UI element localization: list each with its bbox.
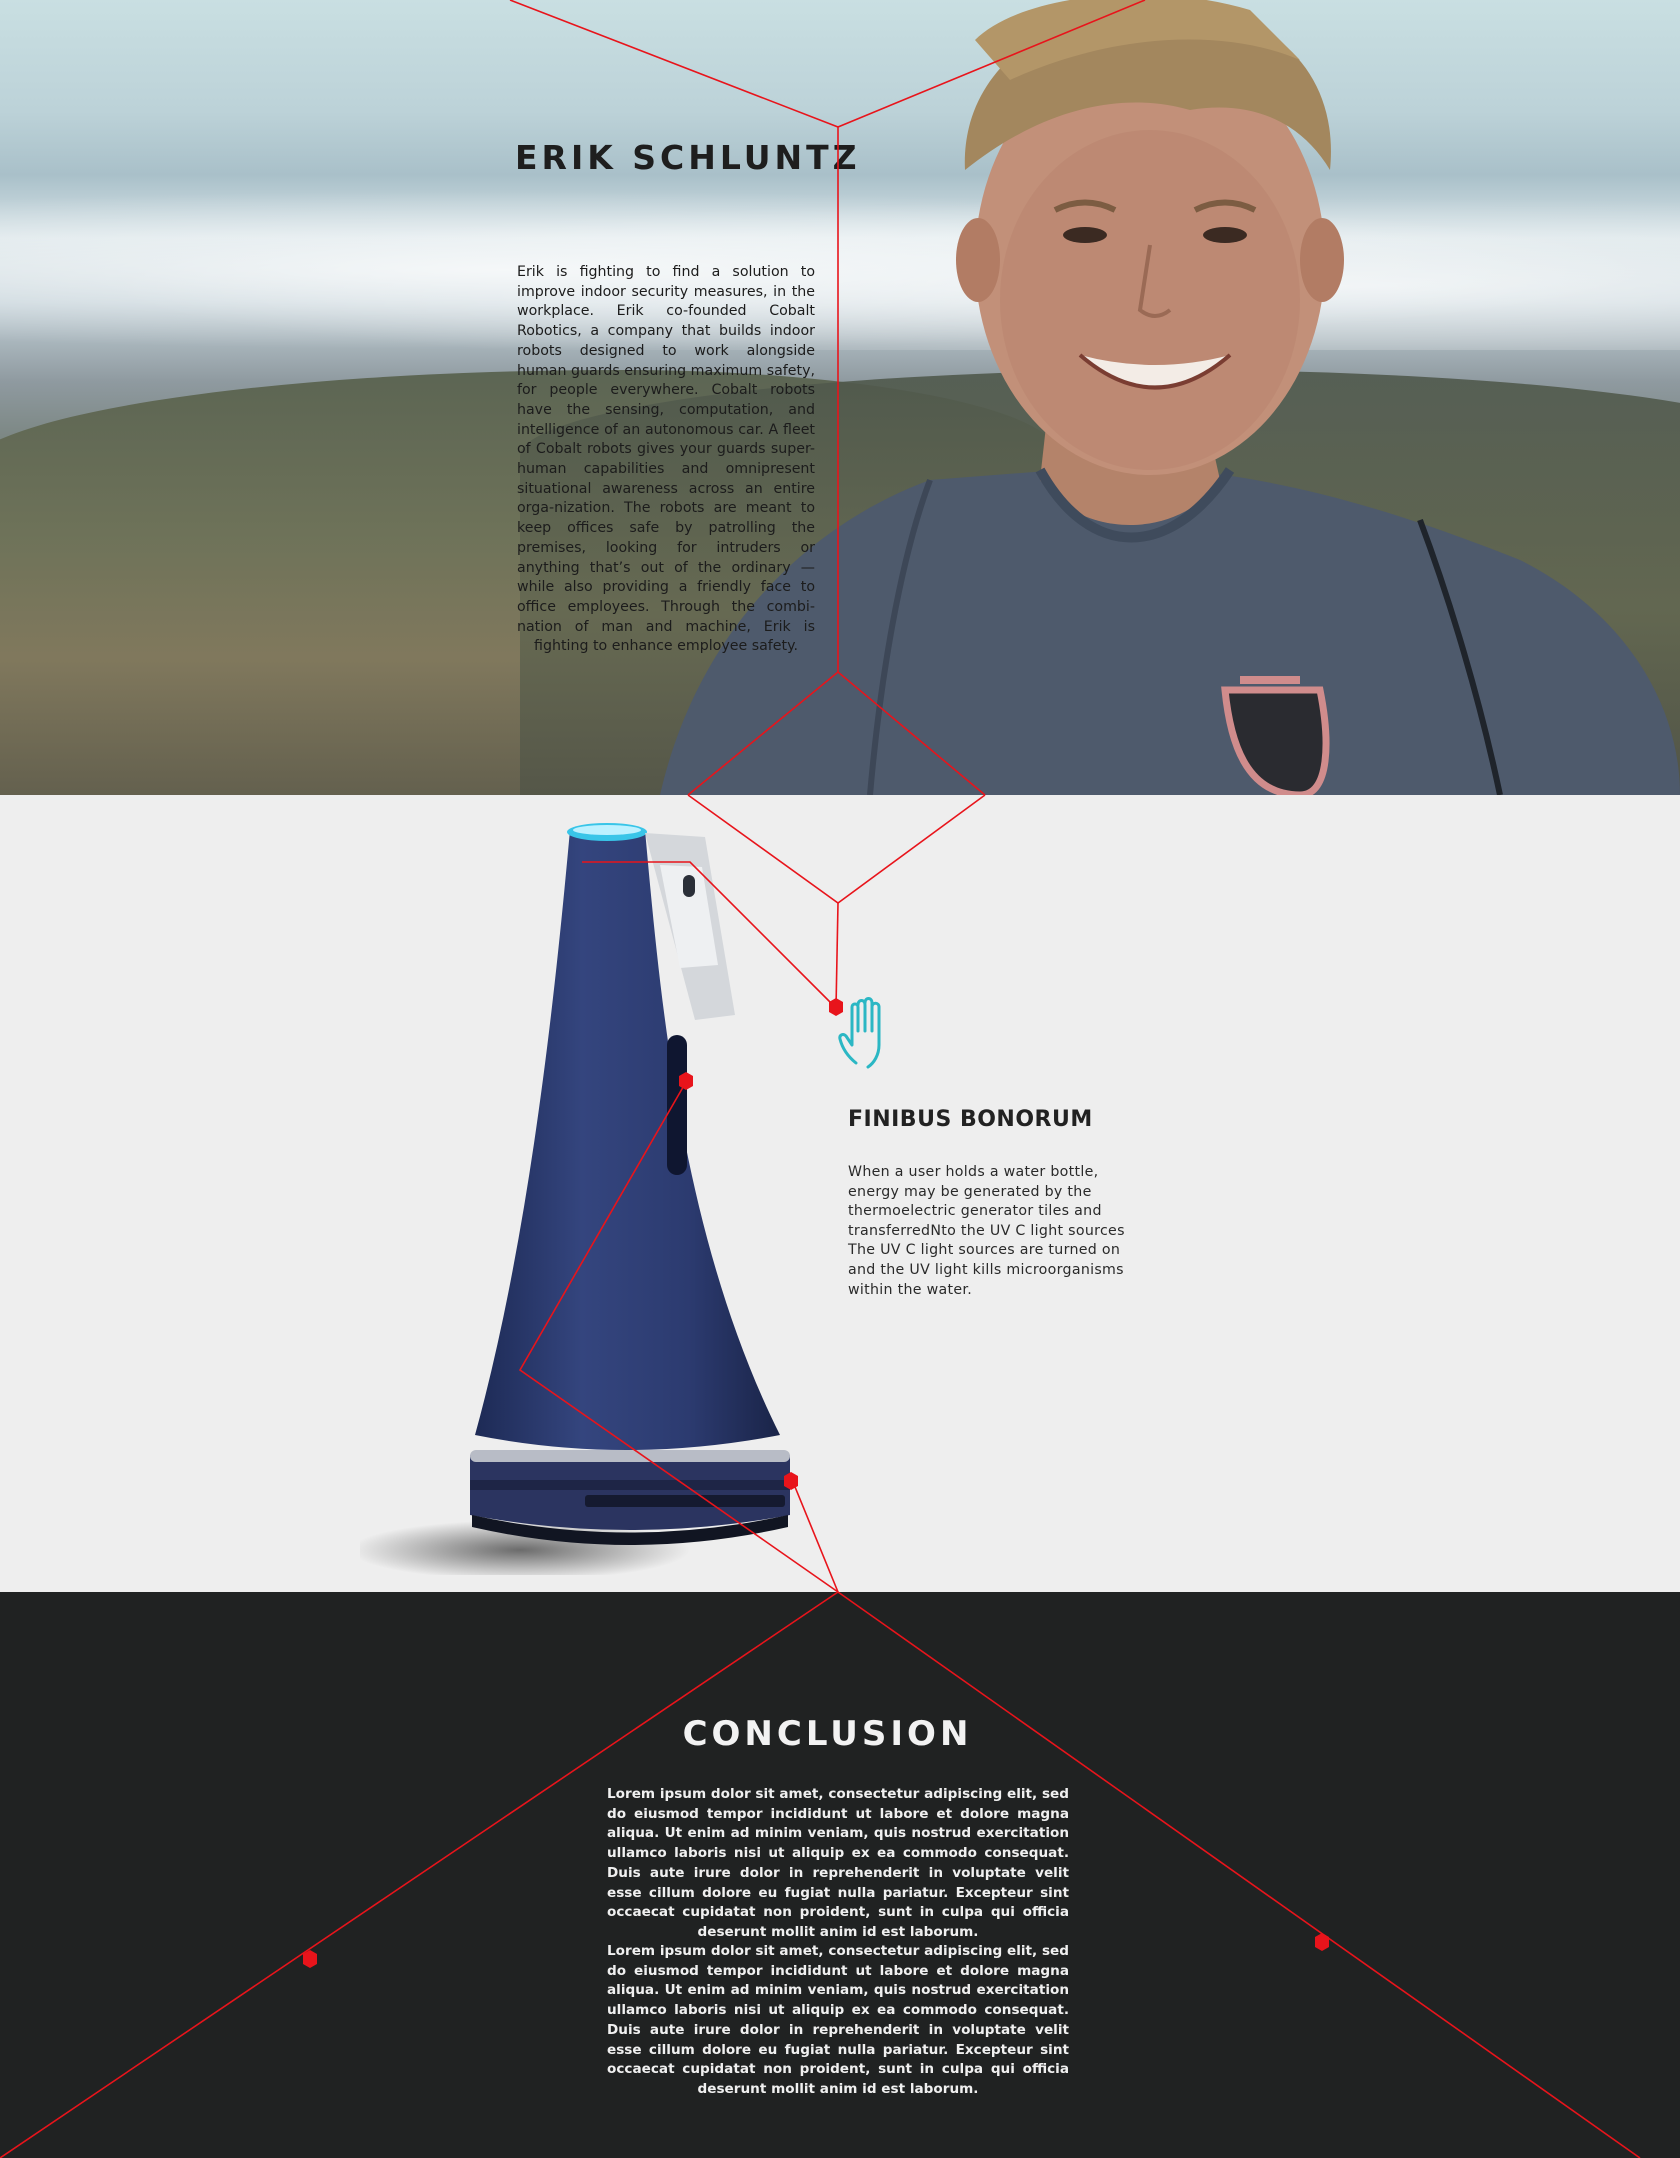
security-robot-image — [360, 823, 790, 1575]
conclusion-title: CONCLUSION — [682, 1714, 973, 1754]
portrait-photo — [660, 0, 1680, 795]
person-name: ERIK SCHLUNTZ — [515, 138, 861, 177]
feature-description: When a user holds a water bottle, energy… — [848, 1164, 1125, 1298]
hand-icon — [838, 997, 881, 1069]
conclusion-paragraph-2: Lorem ipsum dolor sit amet, consectetur … — [607, 1943, 1069, 2097]
person-bio: Erik is fighting to find a solution to i… — [517, 264, 815, 655]
hero-section: ERIK SCHLUNTZ Erik is fighting to find a… — [0, 0, 1680, 795]
conclusion-paragraph-1: Lorem ipsum dolor sit amet, consectetur … — [607, 1786, 1069, 1940]
conclusion-section: CONCLUSION Lorem ipsum dolor sit amet, c… — [0, 1592, 1680, 2158]
feature-title: FINIBUS BONORUM — [848, 1107, 1093, 1132]
product-section: FINIBUS BONORUM When a user holds a wate… — [0, 795, 1680, 1592]
